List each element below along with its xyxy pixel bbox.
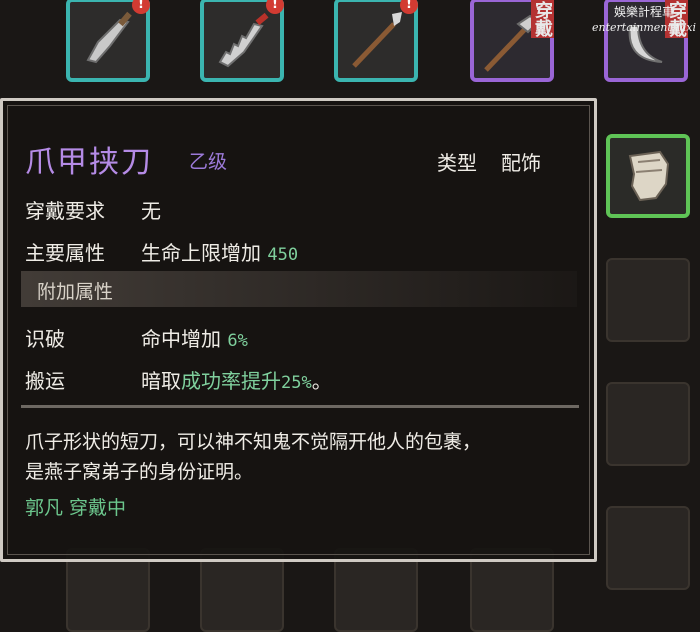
extra-attribute-1: 命中增加 6%: [141, 323, 248, 352]
spear-icon: [352, 12, 402, 68]
inventory-slot-serrated-saber[interactable]: !: [200, 0, 284, 82]
item-type-value: 配饰: [501, 151, 541, 175]
extra-attribute-2-suffix: 。: [311, 369, 332, 393]
inventory-slot-broadsword[interactable]: !: [66, 0, 150, 82]
extra-attributes-title: 附加属性: [37, 281, 114, 303]
extra-attribute-2-value: 25%: [281, 373, 312, 393]
watermark-title: 娛樂計程車: [613, 5, 674, 19]
requirement-label: 穿戴要求: [25, 199, 105, 223]
extra-attribute-2-label: 搬运: [25, 369, 65, 393]
extra-attribute-2-prefix: 暗取: [141, 369, 181, 393]
extra-attribute-2-highlight: 成功率提升: [181, 369, 281, 393]
divider: [21, 405, 579, 408]
inventory-slot-empty[interactable]: [606, 382, 690, 466]
inventory-slot-empty[interactable]: [606, 506, 690, 590]
item-tooltip: 爪甲挟刀 乙级 类型 配饰 穿戴要求 无 主要属性 生命上限增加 450 附加属…: [0, 98, 597, 562]
equipped-badge: 穿戴: [531, 0, 554, 38]
claw-glove-icon: [628, 150, 670, 202]
item-grade: 乙级: [189, 151, 228, 173]
main-attribute-value: 450: [267, 245, 299, 265]
item-type-label: 类型: [437, 151, 477, 175]
main-attribute-label: 主要属性: [25, 241, 105, 265]
broadsword-icon: [86, 11, 132, 64]
new-alert-badge: !: [132, 0, 150, 14]
new-alert-badge: !: [266, 0, 284, 14]
inventory-slot-spear[interactable]: !: [334, 0, 418, 82]
inventory-slot-empty[interactable]: [606, 258, 690, 342]
new-alert-badge: !: [400, 0, 418, 14]
watermark: 娛樂計程車 entertainment taxi: [592, 4, 696, 36]
serrated-saber-icon: [218, 12, 269, 68]
extra-attributes-header: 附加属性: [21, 271, 577, 307]
item-name: 爪甲挟刀: [25, 145, 153, 180]
description-line-1: 爪子形状的短刀，可以神不知鬼不觉隔开他人的包裹，: [25, 431, 482, 453]
main-attribute-text: 生命上限增加: [141, 241, 261, 265]
extra-attribute-1-label: 识破: [25, 327, 65, 351]
item-description: 爪子形状的短刀，可以神不知鬼不觉隔开他人的包裹， 是燕子窝弟子的身份证明。: [25, 427, 585, 487]
requirement-value: 无: [141, 199, 161, 223]
description-line-2: 是燕子窝弟子的身份证明。: [25, 461, 254, 483]
equipped-status: 郭凡 穿戴中: [25, 497, 127, 519]
main-attribute: 生命上限增加 450: [141, 237, 298, 266]
extra-attribute-1-text: 命中增加: [141, 327, 221, 351]
inventory-slot-claw-glove[interactable]: [606, 134, 690, 218]
watermark-subtitle: entertainment taxi: [591, 21, 696, 34]
extra-attribute-1-value: 6%: [227, 331, 248, 351]
inventory-slot-halberd[interactable]: 穿戴: [470, 0, 554, 82]
extra-attribute-2: 暗取成功率提升25%。: [141, 365, 332, 394]
